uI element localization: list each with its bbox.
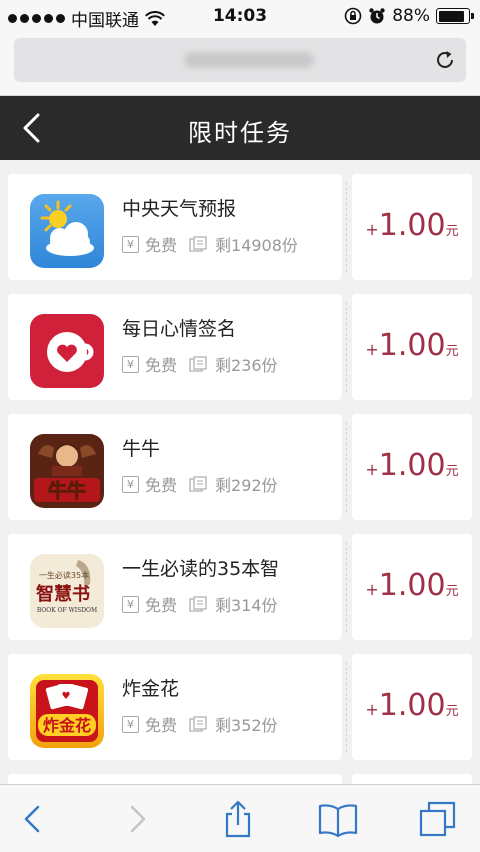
page-title: 限时任务 (188, 119, 292, 147)
task-name: 牛牛 (122, 438, 161, 460)
dashed-divider (346, 422, 347, 512)
copies-icon (189, 235, 207, 252)
task-item-partial[interactable] (8, 774, 472, 784)
forward-arrow-icon[interactable] (116, 799, 156, 839)
tabs-icon[interactable] (418, 799, 458, 839)
svg-text:一生必读35本: 一生必读35本 (39, 570, 89, 580)
yen-icon: ¥ (122, 595, 139, 613)
reward-button[interactable] (352, 774, 472, 784)
task-item[interactable]: 牛牛 牛牛 ¥ 免费 剩292份 +1.00元 (8, 414, 472, 520)
price-label: 免费 (145, 476, 178, 495)
svg-text:智慧书: 智慧书 (36, 583, 90, 605)
wisdom-book-icon: 一生必读35本 智慧书 BOOK OF WISDOM (30, 554, 104, 628)
reward-button[interactable]: +1.00元 (352, 414, 472, 520)
copies-icon (189, 355, 207, 372)
reward-button[interactable]: +1.00元 (352, 174, 472, 280)
task-item[interactable]: 一生必读35本 智慧书 BOOK OF WISDOM 一生必读的35本智 ¥ 免… (8, 534, 472, 640)
reward-amount: +1.00元 (365, 328, 459, 363)
reward-button[interactable]: +1.00元 (352, 294, 472, 400)
battery-level (438, 10, 465, 22)
dashed-divider (346, 542, 347, 632)
task-info[interactable]: 一生必读35本 智慧书 BOOK OF WISDOM 一生必读的35本智 ¥ 免… (8, 534, 342, 640)
zhajinhua-game-icon: ♥ 炸金花 (30, 674, 104, 748)
task-item[interactable]: 中央天气预报 ¥ 免费 剩14908份 +1.00元 (8, 174, 472, 280)
dashed-divider (346, 662, 347, 752)
reward-button[interactable]: +1.00元 (352, 654, 472, 760)
task-info[interactable]: 中央天气预报 ¥ 免费 剩14908份 (8, 174, 342, 280)
reward-amount: +1.00元 (365, 448, 459, 483)
rotation-lock-icon (344, 7, 362, 25)
yen-icon: ¥ (122, 355, 139, 373)
svg-text:BOOK OF WISDOM: BOOK OF WISDOM (37, 607, 97, 614)
reward-amount: +1.00元 (365, 568, 459, 603)
blurred-url (184, 52, 314, 68)
remaining-count: 剩292份 (215, 476, 278, 495)
battery-icon (436, 8, 474, 24)
task-meta: ¥ 免费 剩14908份 (122, 232, 298, 256)
task-meta: ¥ 免费 剩314份 (122, 592, 278, 616)
browser-toolbar (0, 784, 480, 852)
copies-icon (189, 595, 207, 612)
remaining-count: 剩14908份 (215, 236, 298, 255)
task-item[interactable]: ♥ 炸金花 炸金花 ¥ 免费 剩352份 +1.00元 (8, 654, 472, 760)
task-info[interactable]: 牛牛 牛牛 ¥ 免费 剩292份 (8, 414, 342, 520)
price-label: 免费 (145, 356, 178, 375)
share-icon[interactable] (218, 799, 258, 839)
task-list: 中央天气预报 ¥ 免费 剩14908份 +1.00元 每日心情签名 ¥ 免费 剩… (0, 160, 480, 784)
task-meta: ¥ 免费 剩352份 (122, 712, 278, 736)
task-info[interactable] (8, 774, 342, 784)
dashed-divider (346, 182, 347, 272)
browser-address-area (0, 32, 480, 96)
battery-percent: 88% (392, 6, 430, 26)
remaining-count: 剩352份 (215, 716, 278, 735)
task-name: 炸金花 (122, 678, 180, 700)
svg-text:♥: ♥ (62, 691, 71, 702)
reward-amount: +1.00元 (365, 688, 459, 723)
reward-amount: +1.00元 (365, 208, 459, 243)
weather-icon (30, 194, 104, 268)
task-meta: ¥ 免费 剩236份 (122, 352, 278, 376)
status-right: 88% (344, 6, 474, 26)
niuniu-game-icon: 牛牛 (30, 434, 104, 508)
price-label: 免费 (145, 716, 178, 735)
copies-icon (189, 475, 207, 492)
dashed-divider (346, 302, 347, 392)
status-bar: 中国联通 14:03 88% (0, 0, 480, 32)
reload-icon[interactable] (434, 49, 456, 71)
task-name: 一生必读的35本智 (122, 558, 280, 580)
page-header: 限时任务 (0, 96, 480, 160)
task-info[interactable]: ♥ 炸金花 炸金花 ¥ 免费 剩352份 (8, 654, 342, 760)
bookmarks-icon[interactable] (318, 799, 358, 839)
task-name: 每日心情签名 (122, 318, 237, 340)
task-name: 中央天气预报 (122, 198, 237, 220)
task-info[interactable]: 每日心情签名 ¥ 免费 剩236份 (8, 294, 342, 400)
reward-button[interactable]: +1.00元 (352, 534, 472, 640)
price-label: 免费 (145, 596, 178, 615)
task-meta: ¥ 免费 剩292份 (122, 472, 278, 496)
task-item[interactable]: 每日心情签名 ¥ 免费 剩236份 +1.00元 (8, 294, 472, 400)
yen-icon: ¥ (122, 715, 139, 733)
remaining-count: 剩314份 (215, 596, 278, 615)
yen-icon: ¥ (122, 475, 139, 493)
copies-icon (189, 715, 207, 732)
remaining-count: 剩236份 (215, 356, 278, 375)
svg-text:炸金花: 炸金花 (43, 716, 91, 735)
alarm-icon (369, 8, 385, 24)
svg-text:牛牛: 牛牛 (48, 479, 86, 502)
yen-icon: ¥ (122, 235, 139, 253)
address-bar[interactable] (14, 38, 466, 82)
back-arrow-icon[interactable] (14, 799, 54, 839)
heart-cup-icon (30, 314, 104, 388)
price-label: 免费 (145, 236, 178, 255)
